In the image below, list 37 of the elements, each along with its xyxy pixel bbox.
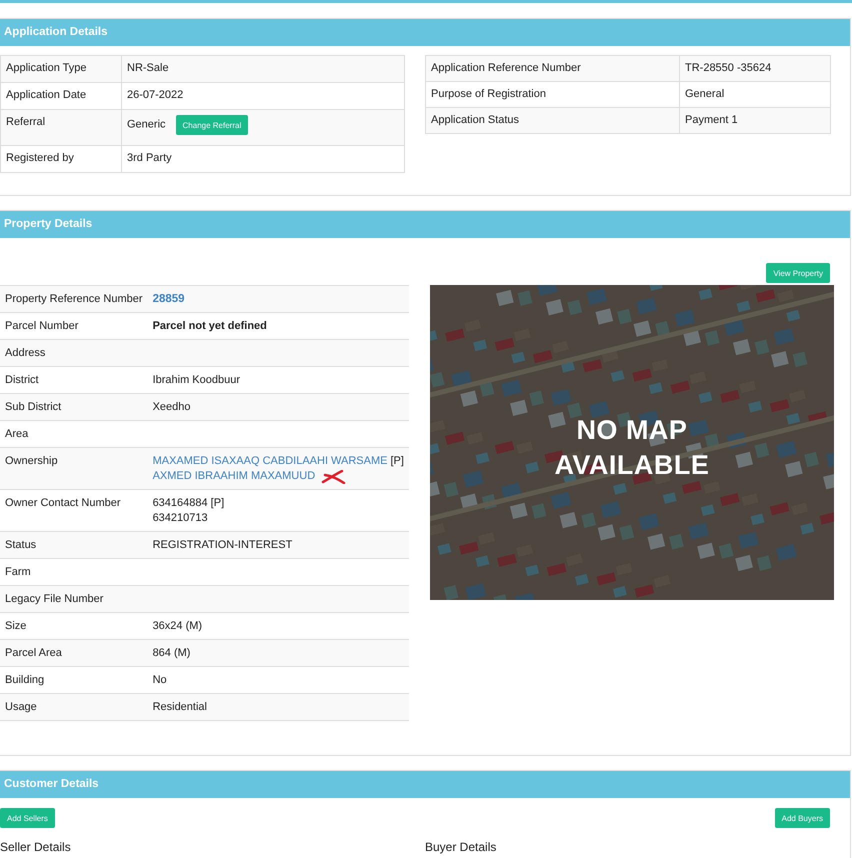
table-cell: Parcel Area — [0, 640, 148, 666]
table-cell: Legacy File Number — [0, 586, 148, 612]
table-cell: Payment 1 — [680, 108, 830, 134]
add-buyers-button[interactable]: Add Buyers — [774, 808, 830, 828]
panel-title: Customer Details — [4, 778, 99, 790]
table-cell: Application Status — [426, 108, 680, 134]
table-cell: Address — [0, 340, 148, 366]
view-property-button[interactable]: View Property — [766, 263, 830, 283]
table-cell: Referral — [0, 110, 122, 146]
change-referral-button[interactable]: Change Referral — [176, 115, 248, 135]
table-cell: Application Reference Number — [426, 56, 680, 82]
table-cell: TR-28550 -35624 — [680, 56, 830, 82]
cell-value: Generic — [127, 118, 166, 130]
table-cell: Ownership — [0, 448, 148, 490]
table-cell: Property Reference Number — [0, 286, 148, 312]
table-cell: Residential — [148, 694, 409, 720]
owner-link[interactable]: AXMED IBRAAHIM MAXAMUUD — [152, 469, 316, 484]
table-cell: REGISTRATION-INTEREST — [148, 532, 409, 558]
table-cell: Status — [0, 532, 148, 558]
table-cell: 864 (M) — [148, 640, 409, 666]
table-cell: NR-Sale — [122, 56, 404, 82]
panel-title: Application Details — [4, 26, 108, 38]
table-cell: 3rd Party — [122, 146, 404, 172]
section-heading: Buyer Details — [425, 840, 498, 854]
table-cell: Sub District — [0, 394, 148, 420]
table-cell: Registered by — [0, 146, 122, 172]
no-map-text: AVAILABLE — [554, 449, 710, 482]
owner-tag: [P] — [390, 454, 404, 469]
property-link[interactable]: 28859 — [152, 293, 185, 305]
table-cell: Usage — [0, 694, 148, 720]
add-sellers-button[interactable]: Add Sellers — [0, 808, 55, 828]
owner-link[interactable]: MAXAMED ISAXAAQ CABDILAAHI WARSAME — [152, 454, 388, 469]
table-cell: Xeedho — [148, 394, 409, 420]
panel-title: Property Details — [4, 218, 92, 230]
section-heading: Seller Details — [0, 840, 72, 854]
table-cell: Application Type — [0, 56, 122, 82]
no-map-text: NO MAP — [576, 414, 688, 447]
